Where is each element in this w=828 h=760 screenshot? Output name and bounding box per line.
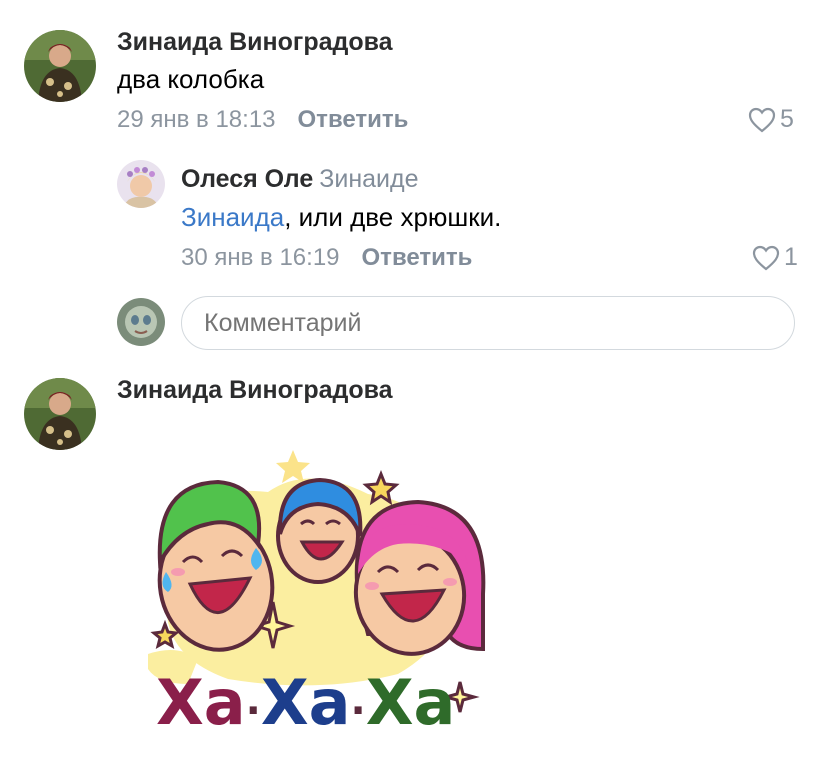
comment-meta: 29 янв в 18:13 Ответить <box>117 106 408 134</box>
avatar[interactable] <box>24 30 96 102</box>
current-user-avatar <box>117 298 165 346</box>
heart-outline-icon <box>748 107 776 132</box>
avatar-current-user-image <box>117 298 165 346</box>
like-button[interactable]: 5 <box>748 105 794 134</box>
laughing-faces-sticker[interactable]: Ха·Ха·Ха <box>138 444 488 739</box>
comment-text: Зинаида, или две хрюшки. <box>181 202 502 232</box>
heart-outline-icon <box>752 245 780 270</box>
comment-date[interactable]: 29 янв в 18:13 <box>117 106 276 133</box>
like-count: 1 <box>784 243 798 271</box>
comment-author[interactable]: Зинаида Виноградова <box>117 376 393 405</box>
avatar[interactable] <box>117 160 165 208</box>
comment-date[interactable]: 30 янв в 16:19 <box>181 244 340 271</box>
avatar-olesya-image <box>117 160 165 208</box>
reply-button[interactable]: Ответить <box>362 244 473 271</box>
avatar-zinaida-image <box>24 30 96 102</box>
comment-author[interactable]: Олеся Оле Зинаиде <box>181 165 419 194</box>
avatar[interactable] <box>24 378 96 450</box>
reply-button[interactable]: Ответить <box>298 106 409 133</box>
like-button[interactable]: 1 <box>752 243 798 272</box>
comment-input[interactable] <box>181 296 795 350</box>
reply-to-label[interactable]: Зинаиде <box>319 165 418 193</box>
avatar-zinaida-image <box>24 378 96 450</box>
like-count: 5 <box>780 105 794 133</box>
comment-text: два колобка <box>117 64 265 94</box>
comment-meta: 30 янв в 16:19 Ответить <box>181 244 472 272</box>
sticker-lettering: Ха·Ха·Ха <box>156 666 455 734</box>
comment-author[interactable]: Зинаида Виноградова <box>117 28 393 57</box>
mention-link[interactable]: Зинаида <box>181 202 284 232</box>
